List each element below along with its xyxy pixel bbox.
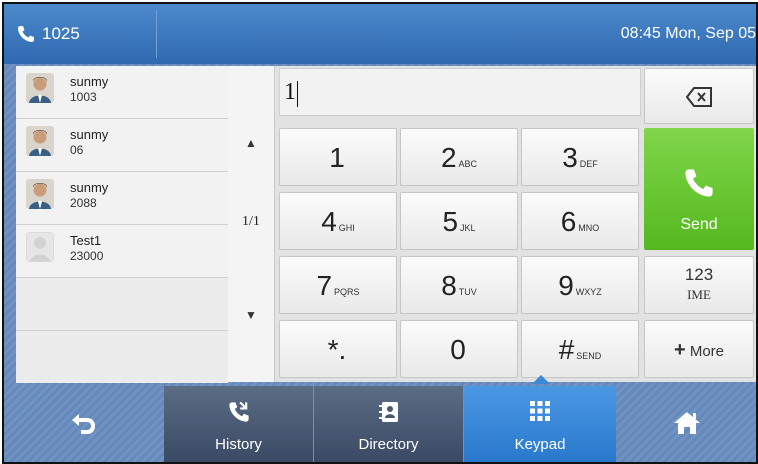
- dial-number-input[interactable]: 1: [279, 68, 641, 116]
- bottom-nav: History Directory Keypad: [4, 384, 756, 462]
- plus-icon: +: [673, 339, 686, 361]
- dial-panel: sunmy 1003 sunmy 06 sunmy 2088 Test1 230…: [16, 66, 756, 383]
- contact-item[interactable]: Test1 23000: [16, 225, 228, 278]
- empty-contact-slot: [16, 331, 228, 383]
- phone-screen: 1025 08:45 Mon, Sep 05 sunmy 1003 sunmy …: [2, 2, 758, 464]
- back-button[interactable]: [4, 386, 164, 462]
- key-6[interactable]: 6 MNO: [521, 192, 639, 250]
- phone-handset-icon: [685, 169, 713, 197]
- ime-label: IME: [687, 287, 711, 302]
- history-icon: [229, 401, 249, 422]
- avatar: [26, 126, 54, 156]
- key-3[interactable]: 3 DEF: [521, 128, 639, 186]
- triangle-down-icon[interactable]: ▼: [228, 308, 274, 322]
- directory-label: Directory: [358, 436, 419, 453]
- date-time: 08:45 Mon, Sep 05: [620, 25, 756, 42]
- directory-icon: [379, 402, 398, 422]
- key-hash[interactable]: # SEND: [521, 320, 639, 378]
- page-indicator: 1/1: [242, 214, 260, 229]
- home-icon: [674, 412, 700, 434]
- contact-number: 06: [70, 143, 84, 157]
- contact-item[interactable]: sunmy 1003: [16, 66, 228, 119]
- send-button[interactable]: Send: [644, 128, 754, 250]
- keypad-label: Keypad: [514, 436, 566, 453]
- key-4[interactable]: 4 GHI: [279, 192, 397, 250]
- avatar: [26, 73, 54, 103]
- key-2[interactable]: 2 ABC: [400, 128, 518, 186]
- key-9[interactable]: 9 WXYZ: [521, 256, 639, 314]
- send-label: Send: [680, 216, 718, 233]
- backspace-button[interactable]: [644, 68, 754, 124]
- keypad-icon: [530, 401, 550, 421]
- key-0[interactable]: 0: [400, 320, 518, 378]
- contact-number: 1003: [70, 90, 97, 104]
- contact-number: 2088: [70, 196, 97, 210]
- contact-item[interactable]: sunmy 06: [16, 119, 228, 172]
- contact-name: sunmy: [70, 127, 109, 142]
- key-1[interactable]: 1: [279, 128, 397, 186]
- contact-name: sunmy: [70, 74, 109, 89]
- account-indicator[interactable]: 1025: [16, 4, 80, 64]
- tab-directory[interactable]: Directory: [314, 386, 464, 462]
- tab-history[interactable]: History: [164, 386, 314, 462]
- dialed-number: 1: [284, 79, 296, 105]
- text-cursor: [297, 81, 298, 107]
- key-8[interactable]: 8 TUV: [400, 256, 518, 314]
- phone-handset-icon: [18, 26, 34, 42]
- back-arrow-icon: [72, 414, 95, 434]
- backspace-icon: [685, 87, 712, 107]
- key-7[interactable]: 7 PQRS: [279, 256, 397, 314]
- active-tab-pointer: [532, 375, 550, 384]
- ime-button[interactable]: 123 IME: [644, 256, 754, 314]
- tab-keypad[interactable]: Keypad: [464, 386, 616, 462]
- avatar: [26, 179, 54, 209]
- home-button[interactable]: [616, 386, 756, 462]
- contact-item[interactable]: sunmy 2088: [16, 172, 228, 225]
- contact-list: sunmy 1003 sunmy 06 sunmy 2088 Test1 230…: [16, 66, 229, 383]
- contact-number: 23000: [70, 249, 104, 263]
- ime-mode: 123: [684, 265, 714, 284]
- key-star[interactable]: *.: [279, 320, 397, 378]
- contact-pager: ▲ 1/1 ▼: [228, 66, 275, 382]
- avatar-placeholder: [26, 232, 54, 262]
- extension-number: 1025: [42, 24, 80, 43]
- key-5[interactable]: 5 JKL: [400, 192, 518, 250]
- status-bar: 1025 08:45 Mon, Sep 05: [4, 4, 756, 64]
- history-label: History: [215, 436, 262, 453]
- empty-contact-slot: [16, 278, 228, 331]
- contact-name: Test1: [70, 233, 102, 248]
- status-divider: [156, 10, 157, 58]
- more-label: More: [689, 343, 725, 360]
- triangle-up-icon[interactable]: ▲: [228, 136, 274, 150]
- contact-name: sunmy: [70, 180, 109, 195]
- more-button[interactable]: + More: [644, 320, 754, 378]
